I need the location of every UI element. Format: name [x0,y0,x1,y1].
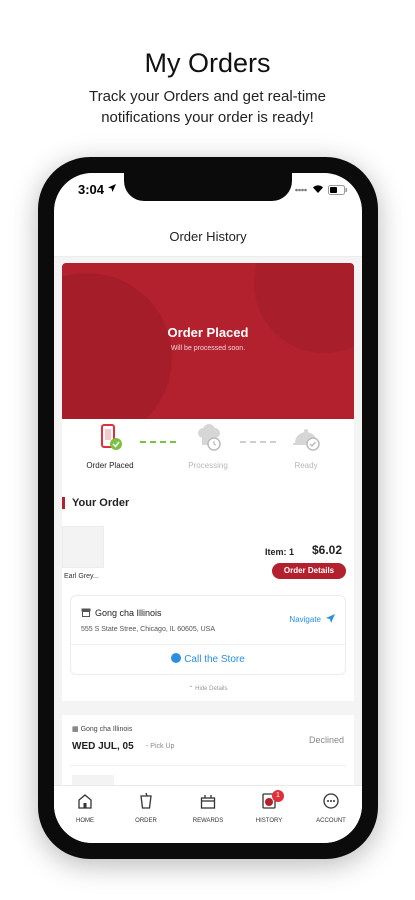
tab-label: ACCOUNT [316,818,346,824]
order-scroll-area[interactable]: Order Placed Will be processed soon. Ord… [54,257,362,785]
step-ready: Ready [266,423,346,470]
store-name: Gong cha Illinois [95,608,162,618]
order-status-banner: Order Placed Will be processed soon. [62,263,354,419]
order-progress: Order Placed Processing Ready [62,419,354,481]
cup-icon [140,792,152,809]
store-info-box: Gong cha Illinois 555 S State Stree, Chi… [70,595,346,675]
navigate-arrow-icon[interactable] [326,614,335,623]
order-price: $6.02 [311,543,342,557]
step-label: Ready [294,461,318,470]
step-label: Order Placed [86,461,134,470]
step-processing: Processing [168,423,248,470]
account-icon [323,793,339,809]
store-address: 555 S State Stree, Chicago, IL 60605, US… [81,626,215,633]
battery-icon [328,185,347,195]
past-order-date: WED JUL, 05 [72,741,134,752]
item-count: Item: 1 [264,547,294,557]
tab-label: REWARDS [192,818,224,824]
section-accent-bar [62,497,65,509]
divider [70,765,346,766]
page-title: Order History [169,229,247,244]
phone-order-icon [101,424,122,450]
step-order-placed: Order Placed [70,423,150,470]
order-details-button[interactable]: Order Details [272,563,346,579]
tab-rewards[interactable]: REWARDS [177,792,239,824]
tab-home[interactable]: HOME [54,792,116,824]
banner-subtitle: Will be processed soon. [170,345,246,352]
current-order-card: Your Order Earl Grey... Item: 1 $6.02 Or… [62,481,354,701]
tab-account[interactable]: ACCOUNT [300,792,362,824]
product-name: Earl Grey... [64,573,99,580]
tab-label: HISTORY [255,818,283,824]
phone-frame: 3:04 Order History Order Placed Will be … [38,157,378,859]
status-time: 3:04 [78,182,105,197]
navigate-link[interactable]: Navigate [289,615,321,624]
tab-label: ORDER [135,818,157,824]
tab-history[interactable]: 1 HISTORY [238,790,300,824]
promo-subtitle: Track your Orders and get real-time noti… [88,88,327,126]
section-heading: Your Order [72,497,130,509]
tab-order[interactable]: ORDER [115,792,177,824]
tab-label: HOME [76,818,94,824]
store-icon: ▦ [72,726,79,733]
call-store-button[interactable]: Call the Store [71,653,345,665]
cloche-icon [293,429,320,451]
location-arrow-icon [108,184,116,192]
home-icon [78,794,92,809]
divider [71,644,345,645]
history-badge: 1 [272,790,284,802]
past-store-name: Gong cha Illinois [80,726,133,733]
gift-icon [200,795,216,809]
past-order-store: ▦ Gong cha Illinois [72,725,132,733]
wifi-icon [313,185,323,193]
phone-icon [171,653,182,663]
chef-hat-icon [198,424,221,451]
step-label: Processing [188,461,228,470]
past-order-card[interactable]: ▦ Gong cha Illinois WED JUL, 05 - Pick U… [62,715,354,785]
hide-details-label: Hide Details [195,686,228,692]
promo-title: My Orders [144,48,271,78]
product-thumbnail [72,775,114,785]
hide-details-toggle[interactable]: ⌃ Hide Details [62,685,354,692]
notch [124,173,292,201]
product-thumbnail [62,526,104,568]
banner-title: Order Placed [167,325,249,340]
store-icon [81,608,91,617]
app-screen: 3:04 Order History Order Placed Will be … [54,173,362,843]
call-store-label: Call the Store [184,654,245,665]
tab-bar: HOME ORDER REWARDS 1 HISTORY ACCOUNT [54,785,362,843]
signal-icon [295,188,307,192]
past-order-type: - Pick Up [146,743,175,750]
past-order-status: Declined [308,735,344,745]
